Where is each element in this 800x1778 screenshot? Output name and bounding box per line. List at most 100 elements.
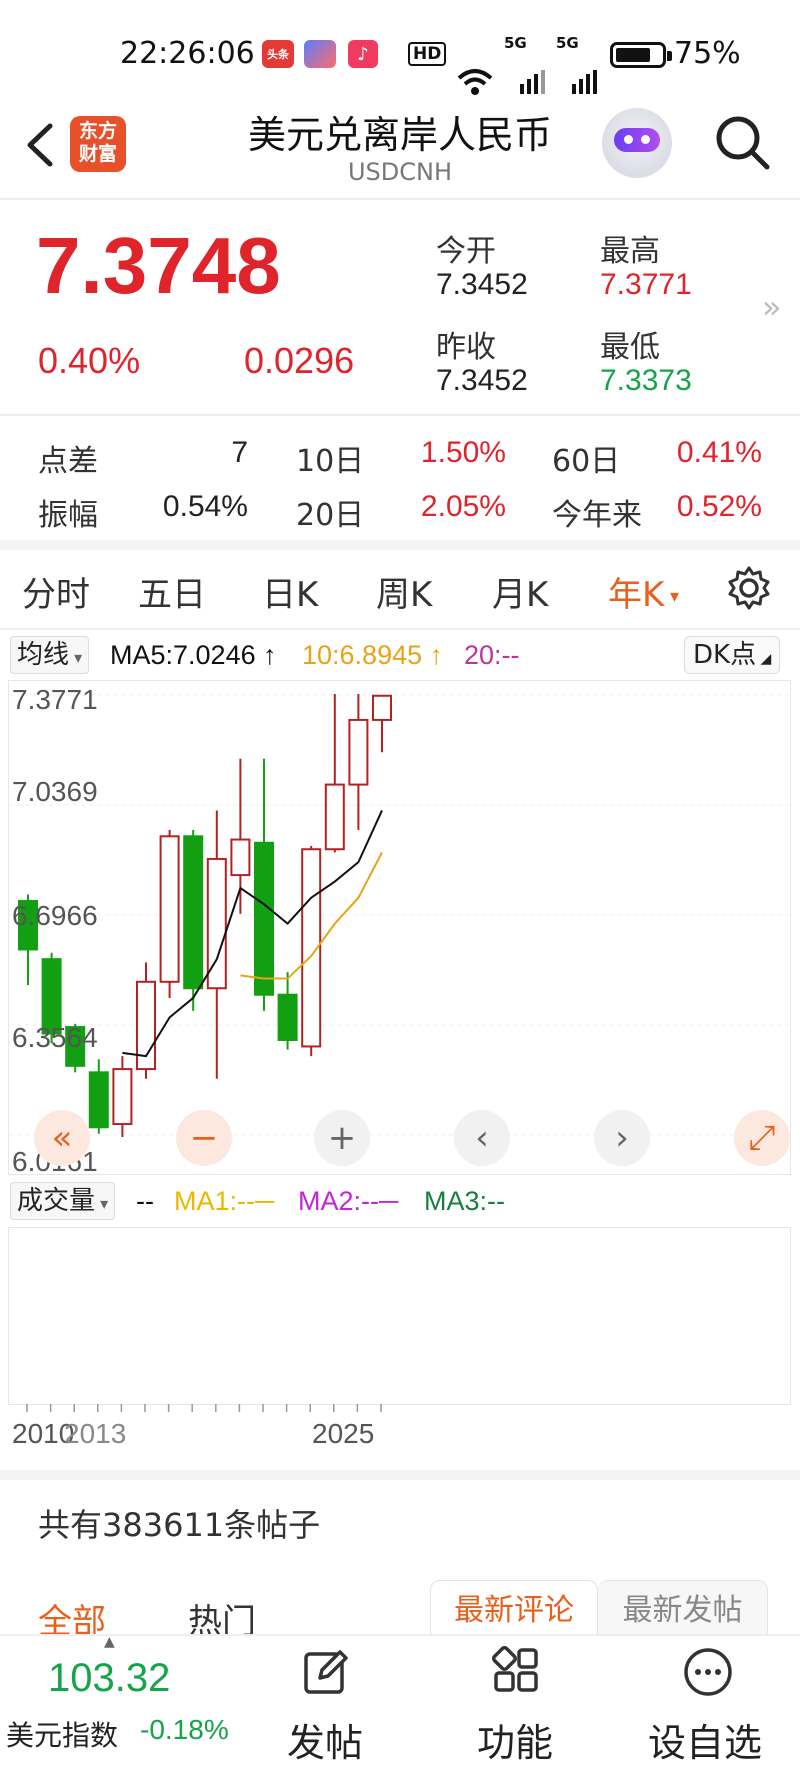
stat-value: 0.54% bbox=[162, 490, 248, 523]
more-dots-icon bbox=[684, 1648, 732, 1696]
stat-value: 2.05% bbox=[420, 490, 506, 523]
nav-add-watchlist-label: 设自选 bbox=[647, 1721, 762, 1765]
stat-label: 60日 bbox=[552, 444, 621, 479]
vol-ma1-line: ─ bbox=[255, 1186, 275, 1216]
tab-period-label: 月K bbox=[492, 575, 549, 615]
sort-latest-post[interactable]: 最新发帖 bbox=[598, 1580, 768, 1642]
prev-close-value: 7.3452 bbox=[436, 364, 528, 397]
robot-assistant-icon[interactable] bbox=[602, 108, 672, 178]
vol-ma1-text: MA1:-- bbox=[174, 1186, 255, 1216]
up-arrow-icon: ↑ bbox=[429, 640, 444, 670]
candle-body bbox=[159, 835, 180, 983]
next-icon[interactable]: › bbox=[594, 1110, 650, 1166]
vol-ma2: MA2:--─ bbox=[298, 1186, 398, 1217]
stat-value: 1.50% bbox=[420, 436, 506, 469]
ma-selector-label: 均线 bbox=[17, 640, 70, 670]
ma10-value: 10:6.8945 ↑ bbox=[302, 640, 443, 671]
x-axis-ticks bbox=[26, 1404, 382, 1412]
low-value: 7.3373 bbox=[600, 364, 692, 397]
ma10-text: 10:6.8945 bbox=[302, 640, 423, 670]
tab-period[interactable]: 月K bbox=[492, 567, 548, 616]
ma20-value: 20:-- bbox=[464, 640, 520, 670]
gear-icon[interactable] bbox=[726, 565, 772, 611]
divider bbox=[0, 1470, 800, 1480]
candle-body bbox=[112, 1068, 133, 1126]
header: 东方财富 美元兑离岸人民币 USDCNH bbox=[0, 90, 800, 200]
nav-features[interactable]: 功能 bbox=[430, 1636, 600, 1778]
kline-svg bbox=[9, 694, 792, 1137]
candle-body bbox=[230, 838, 251, 877]
tab-period-label: 分时 bbox=[22, 575, 90, 615]
nav-post[interactable]: 发帖 bbox=[240, 1636, 410, 1778]
bottom-bar: ▲ 103.32 美元指数 -0.18% 发帖 功能 设自选 bbox=[0, 1634, 800, 1778]
nav-add-watchlist[interactable]: 设自选 bbox=[620, 1636, 790, 1778]
tab-period[interactable]: 分时 bbox=[22, 567, 90, 616]
tab-period-label: 年K bbox=[608, 575, 665, 615]
vol-ma2-line: ─ bbox=[379, 1186, 399, 1216]
stat-value: 0.52% bbox=[676, 490, 762, 523]
dk-point-button[interactable]: DK点 ◢ bbox=[684, 636, 781, 674]
tab-period[interactable]: 日K bbox=[262, 567, 318, 616]
signal-5g-2-icon: 5G bbox=[556, 34, 579, 52]
signal-5g-1-icon: 5G bbox=[504, 34, 527, 52]
tab-period-label: 五日 bbox=[138, 575, 206, 615]
volume-indicator-bar: 成交量 ▾ -- MA1:--─ MA2:--─ MA3:-- bbox=[0, 1182, 800, 1222]
dropdown-caret-icon: ▾ bbox=[69, 648, 83, 667]
volume-selector-label: 成交量 bbox=[17, 1186, 96, 1216]
status-time: 22:26:06 bbox=[120, 36, 255, 71]
tab-period[interactable]: 五日 bbox=[138, 567, 206, 616]
open-label: 今开 bbox=[436, 234, 496, 269]
music-app-icon: ♪ bbox=[348, 40, 378, 68]
volume-chart[interactable] bbox=[8, 1227, 791, 1405]
volume-selector-dropdown[interactable]: 成交量 ▾ bbox=[10, 1182, 116, 1220]
page-title: 美元兑离岸人民币 bbox=[247, 113, 552, 157]
low-label: 最低 bbox=[600, 330, 660, 365]
y-tick-label: 6.6966 bbox=[12, 900, 98, 931]
status-bar: 22:26:06 头条 ♪ HD 5G 5G 75% bbox=[0, 30, 800, 95]
y-tick-label: 7.3771 bbox=[12, 684, 98, 715]
more-chevron-icon[interactable]: » bbox=[762, 288, 782, 326]
candle-body bbox=[372, 694, 392, 721]
ma5-value: MA5:7.0246 ↑ bbox=[110, 640, 277, 671]
x-label-2013: 2013 bbox=[64, 1418, 127, 1449]
tab-period[interactable]: 周K bbox=[376, 567, 432, 616]
stat-label: 今年来 bbox=[552, 498, 642, 533]
ma5-text: MA5:7.0246 bbox=[110, 640, 256, 670]
dollar-index-label: 美元指数 bbox=[6, 1719, 119, 1752]
zoom-out-icon[interactable]: − bbox=[176, 1110, 232, 1166]
period-tabs: 分时 五日 日K 周K 月K 年K ▾ bbox=[0, 545, 800, 630]
corner-triangle-icon: ◢ bbox=[756, 651, 772, 667]
tab-period[interactable]: 年K ▾ bbox=[608, 567, 679, 616]
app-shortcut-icon bbox=[304, 40, 336, 68]
sort-latest-comment[interactable]: 最新评论 bbox=[430, 1580, 598, 1642]
zoom-in-icon[interactable]: + bbox=[314, 1110, 370, 1166]
current-price: 7.3748 bbox=[36, 221, 281, 310]
battery-icon bbox=[610, 42, 672, 68]
tab-period-label: 日K bbox=[262, 575, 319, 615]
toutiao-app-icon: 头条 bbox=[262, 40, 294, 68]
change-absolute: 0.0296 bbox=[244, 340, 355, 381]
change-percent: 0.40% bbox=[38, 340, 141, 381]
vol-ma1: MA1:--─ bbox=[174, 1186, 274, 1217]
candle-body bbox=[277, 993, 298, 1041]
fullscreen-icon[interactable]: ⤢ bbox=[734, 1110, 790, 1166]
stat-label: 点差 bbox=[38, 444, 98, 479]
scroll-left-icon[interactable]: « bbox=[34, 1110, 90, 1166]
dollar-index-change: -0.18% bbox=[140, 1714, 229, 1745]
candle-body bbox=[348, 718, 369, 786]
candle-body bbox=[183, 835, 204, 990]
nav-post-label: 发帖 bbox=[286, 1721, 363, 1765]
dk-label: DK点 bbox=[693, 640, 757, 670]
up-arrow-icon: ↑ bbox=[263, 640, 277, 670]
kline-chart[interactable] bbox=[8, 680, 792, 1175]
prev-icon[interactable]: ‹ bbox=[454, 1110, 510, 1166]
vol-ma2-text: MA2:-- bbox=[298, 1186, 379, 1216]
dollar-index-value: 103.32 bbox=[48, 1656, 171, 1700]
volume-dashes: -- bbox=[136, 1186, 154, 1216]
y-tick-label: 6.3564 bbox=[12, 1022, 98, 1053]
candle-body bbox=[88, 1071, 109, 1129]
tab-period-label: 周K bbox=[376, 575, 433, 615]
ma-selector-dropdown[interactable]: 均线 ▾ bbox=[10, 636, 90, 674]
search-icon[interactable] bbox=[712, 112, 772, 172]
y-tick-label: 7.0369 bbox=[12, 776, 98, 807]
